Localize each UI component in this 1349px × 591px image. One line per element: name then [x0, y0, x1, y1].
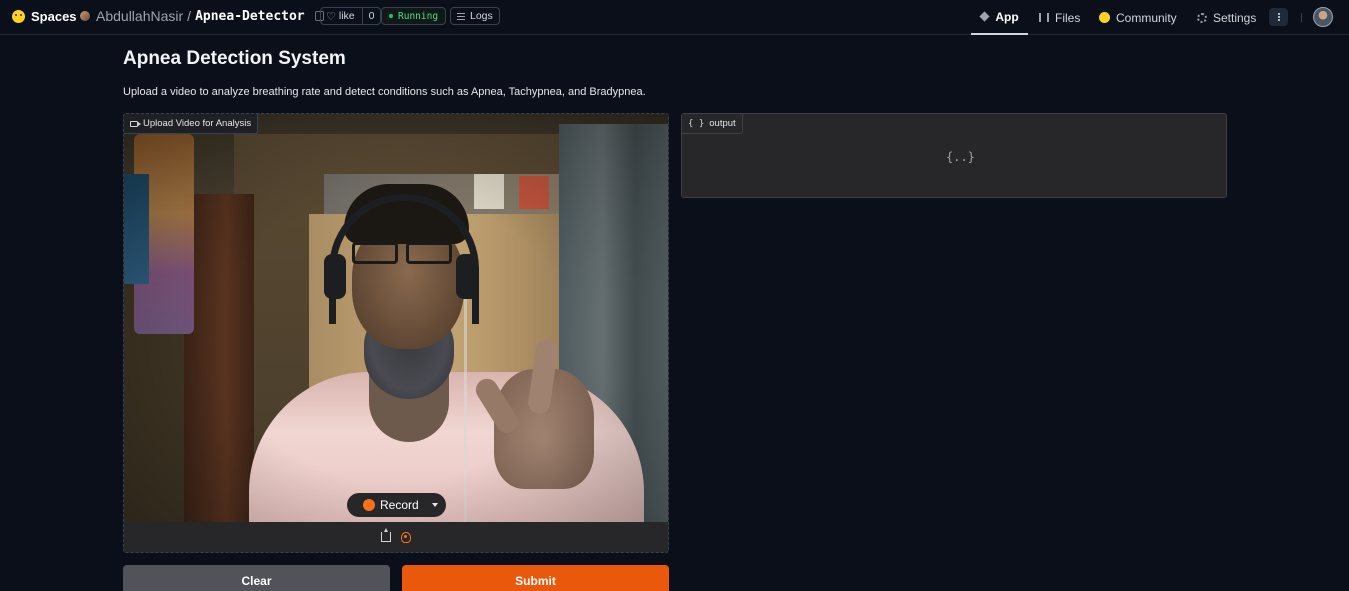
video-input-label-text: Upload Video for Analysis: [143, 118, 252, 129]
more-options-button[interactable]: [1269, 8, 1288, 26]
tab-settings[interactable]: Settings: [1197, 0, 1256, 35]
json-placeholder: {..}: [946, 150, 975, 164]
owner-avatar-icon: [80, 11, 90, 21]
tab-settings-label: Settings: [1213, 10, 1257, 25]
submit-button[interactable]: Submit: [402, 565, 669, 591]
logs-icon: [457, 12, 465, 20]
upload-icon[interactable]: [381, 528, 391, 542]
dot-icon: [1277, 13, 1280, 15]
webcam-preview: [124, 114, 668, 522]
output-label: { } output: [682, 114, 743, 134]
breadcrumb: AbdullahNasir / Apnea-Detector: [80, 8, 324, 24]
record-label: Record: [380, 498, 419, 512]
logs-button[interactable]: Logs: [450, 7, 500, 25]
gear-icon: [1197, 12, 1207, 23]
clear-button[interactable]: Clear: [123, 565, 390, 591]
brand-label: Spaces: [31, 9, 77, 24]
video-camera-icon: [130, 120, 141, 127]
dot-icon: [1277, 16, 1280, 18]
tab-app[interactable]: App: [971, 0, 1028, 35]
chevron-down-icon[interactable]: [432, 503, 438, 507]
like-count: 0: [361, 8, 381, 24]
tab-community-label: Community: [1116, 10, 1177, 25]
community-icon: [1099, 12, 1110, 23]
page-title: Apnea Detection System: [123, 48, 346, 69]
like-button[interactable]: ♡ like 0: [320, 7, 382, 25]
logs-label: Logs: [470, 10, 493, 22]
spaces-logo-link[interactable]: Spaces: [12, 9, 77, 24]
user-avatar[interactable]: [1313, 7, 1333, 27]
record-dot-icon: [363, 499, 375, 511]
json-icon: { }: [688, 118, 705, 129]
status-dot-icon: [389, 14, 393, 18]
page-description: Upload a video to analyze breathing rate…: [123, 86, 646, 98]
output-panel: { } output {..}: [681, 113, 1227, 198]
like-label: like: [338, 10, 355, 22]
files-icon: [1039, 13, 1049, 22]
tab-app-label: App: [995, 9, 1019, 24]
owner-link[interactable]: AbdullahNasir: [96, 8, 183, 24]
cube-icon: [979, 11, 990, 22]
video-input-label: Upload Video for Analysis: [124, 114, 259, 134]
video-input-panel[interactable]: Upload Video for Analysis Record: [123, 113, 669, 553]
like-label-wrap: ♡ like: [321, 8, 362, 24]
source-selector: [124, 522, 668, 552]
top-navbar: Spaces AbdullahNasir / Apnea-Detector ♡ l…: [0, 0, 1349, 35]
divider: [1301, 13, 1302, 22]
status-badge[interactable]: Running: [381, 7, 447, 25]
tab-files-label: Files: [1055, 10, 1081, 25]
tab-files[interactable]: Files: [1039, 0, 1080, 35]
tab-community[interactable]: Community: [1099, 0, 1177, 35]
record-button[interactable]: Record: [347, 493, 446, 517]
repo-link[interactable]: Apnea-Detector: [195, 9, 305, 24]
dot-icon: [1277, 19, 1280, 21]
status-label: Running: [398, 10, 439, 22]
webcam-icon[interactable]: [401, 531, 411, 543]
breadcrumb-separator: /: [187, 8, 192, 24]
hugging-face-icon: [12, 10, 25, 23]
output-label-text: output: [709, 118, 736, 129]
heart-icon: ♡: [326, 10, 336, 23]
